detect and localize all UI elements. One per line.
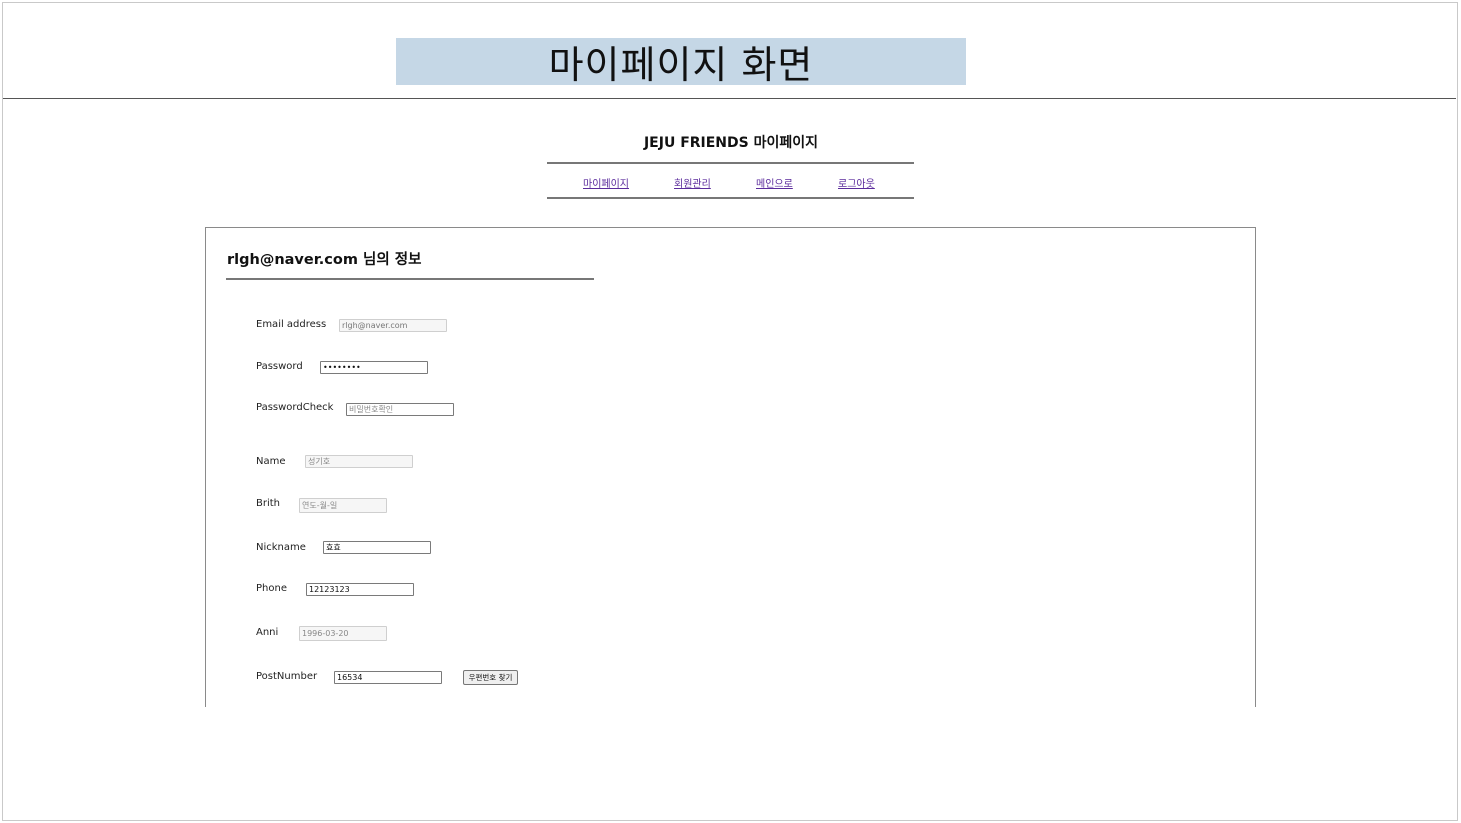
find-postcode-button[interactable]: 우편번호 찾기 [463,670,518,685]
nav-link-logout[interactable]: 로그아웃 [838,175,875,190]
profile-heading-divider [226,278,594,280]
nickname-field[interactable] [323,541,431,554]
nav-link-main[interactable]: 메인으로 [756,175,793,190]
profile-panel: rlgh@naver.com 님의 정보 Email address Passw… [205,227,1256,707]
site-title: JEJU FRIENDS 마이페이지 [643,135,819,151]
anni-field[interactable] [299,626,387,641]
password-label: Password [256,361,303,372]
nav-bar: 마이페이지 회원관리 메인으로 로그아웃 [547,162,914,199]
profile-heading: rlgh@naver.com 님의 정보 [227,252,422,268]
password-field[interactable] [320,361,428,374]
nickname-label: Nickname [256,542,306,553]
name-field[interactable] [305,455,413,468]
phone-label: Phone [256,583,287,594]
birth-field[interactable] [299,498,387,513]
anni-label: Anni [256,627,279,638]
birth-label: Brith [256,498,281,509]
password-check-label: PasswordCheck [256,402,334,413]
nav-link-mypage[interactable]: 마이페이지 [583,175,629,190]
name-label: Name [256,456,286,467]
nav-link-member-management[interactable]: 회원관리 [674,175,711,190]
post-number-label: PostNumber [256,671,318,682]
post-number-field[interactable] [334,671,442,684]
slide-title: 마이페이지 화면 [548,43,814,87]
title-divider [3,98,1456,99]
email-label: Email address [256,319,327,330]
slide-title-banner: 마이페이지 화면 [396,38,966,87]
password-check-field[interactable] [346,403,454,416]
email-field[interactable] [339,319,447,332]
phone-field[interactable] [306,583,414,596]
